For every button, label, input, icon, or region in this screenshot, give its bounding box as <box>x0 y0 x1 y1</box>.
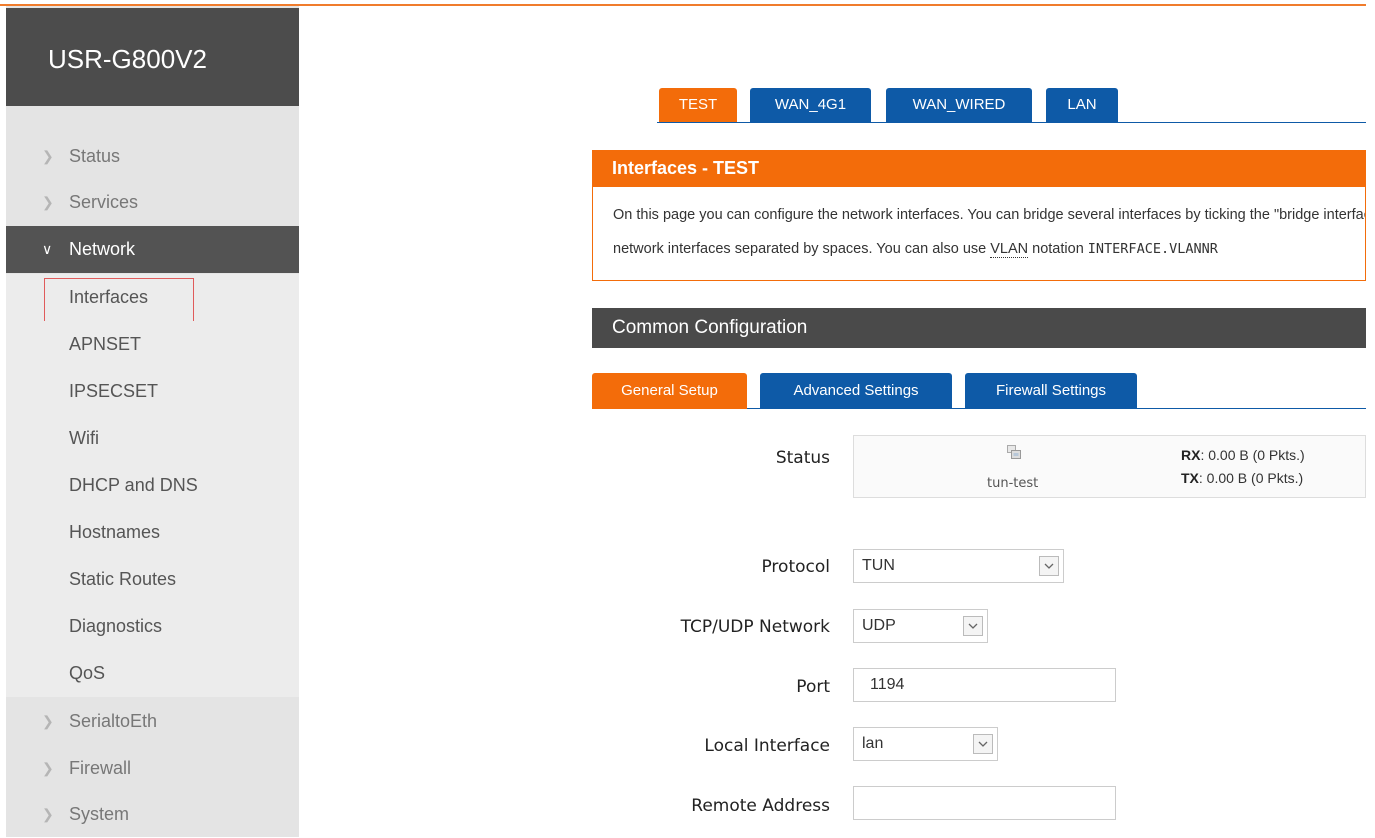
sidebar-subitem-apnset[interactable]: APNSET <box>6 321 299 368</box>
tab-lan[interactable]: LAN <box>1046 88 1118 122</box>
chevron-right-icon: ❯ <box>42 148 54 164</box>
interface-name: tun-test <box>987 476 1039 491</box>
network-select[interactable]: UDP <box>853 609 988 643</box>
local-interface-select[interactable]: lan <box>853 727 998 761</box>
section-title-bar: Interfaces - TEST <box>592 150 1366 187</box>
sidebar-subitem-wifi[interactable]: Wifi <box>6 415 299 462</box>
sidebar-item-system[interactable]: ❯ System <box>6 791 299 838</box>
sidebar-subitem-hostnames[interactable]: Hostnames <box>6 509 299 556</box>
tab-general-setup[interactable]: General Setup <box>592 373 747 409</box>
sidebar-subitem-diagnostics[interactable]: Diagnostics <box>6 603 299 650</box>
sidebar-subitem-dhcp-dns[interactable]: DHCP and DNS <box>6 462 299 509</box>
remote-address-input[interactable] <box>853 786 1116 820</box>
chevron-down-icon <box>973 734 993 754</box>
status-box <box>853 435 1366 498</box>
chevron-right-icon: ❯ <box>42 713 54 729</box>
local-interface-label: Local Interface <box>704 736 830 756</box>
section-description: On this page you can configure the netwo… <box>592 187 1366 281</box>
protocol-label: Protocol <box>761 557 830 577</box>
tab-advanced-settings[interactable]: Advanced Settings <box>760 373 952 409</box>
chevron-down-icon <box>963 616 983 636</box>
network-interface-icon <box>1007 445 1021 459</box>
tab-wan-4g1[interactable]: WAN_4G1 <box>750 88 871 122</box>
port-label: Port <box>796 677 830 697</box>
sidebar-item-services[interactable]: ❯ Services <box>6 179 299 226</box>
common-config-header: Common Configuration <box>592 308 1366 348</box>
network-label: TCP/UDP Network <box>680 617 830 637</box>
chevron-right-icon: ❯ <box>42 194 54 210</box>
protocol-select[interactable]: TUN <box>853 549 1064 583</box>
chevron-right-icon: ❯ <box>42 760 54 776</box>
common-config-title: Common Configuration <box>612 317 808 338</box>
tab-wan-wired[interactable]: WAN_WIRED <box>886 88 1032 122</box>
chevron-right-icon: ❯ <box>42 806 54 822</box>
vlan-abbr: VLAN <box>990 241 1029 258</box>
chevron-down-icon <box>1039 556 1059 576</box>
tabs-underline <box>657 122 1366 123</box>
tab-test[interactable]: TEST <box>659 88 737 122</box>
remote-address-label: Remote Address <box>691 796 830 816</box>
sidebar-subitem-ipsecset[interactable]: IPSECSET <box>6 368 299 415</box>
description-line-2: network interfaces separated by spaces. … <box>613 241 1218 258</box>
chevron-down-icon: ∨ <box>42 241 53 257</box>
section-title: Interfaces - TEST <box>612 158 760 178</box>
rx-stats: RX: 0.00 B (0 Pkts.) <box>1181 447 1305 463</box>
brand-name: USR-G800V2 <box>48 44 207 74</box>
tab-firewall-settings[interactable]: Firewall Settings <box>965 373 1137 409</box>
brand-header: USR-G800V2 <box>6 8 299 106</box>
status-label: Status <box>775 448 830 468</box>
sidebar-item-firewall[interactable]: ❯ Firewall <box>6 745 299 792</box>
description-line-1: On this page you can configure the netwo… <box>613 207 1365 223</box>
code-snippet: INTERFACE.VLANNR <box>1087 241 1218 257</box>
sidebar-subitem-qos[interactable]: QoS <box>6 650 299 697</box>
port-input[interactable]: 1194 <box>853 668 1116 702</box>
sidebar-item-serialtoeth[interactable]: ❯ SerialtoEth <box>6 698 299 745</box>
tx-stats: TX: 0.00 B (0 Pkts.) <box>1181 470 1304 486</box>
highlight-box <box>44 278 194 324</box>
sidebar-subitem-static-routes[interactable]: Static Routes <box>6 556 299 603</box>
sidebar-item-network[interactable]: ∨ Network <box>6 226 299 273</box>
sidebar-item-status[interactable]: ❯ Status <box>6 133 299 180</box>
